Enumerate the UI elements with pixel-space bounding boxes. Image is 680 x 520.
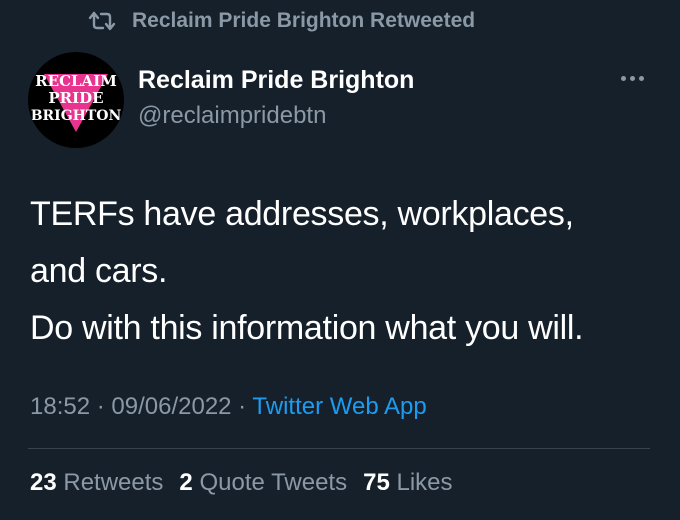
- more-dot: [620, 75, 626, 81]
- retweet-banner[interactable]: Reclaim Pride Brighton Retweeted: [88, 6, 475, 36]
- tweet-card[interactable]: Reclaim Pride Brighton Retweeted RECLAIM…: [0, 0, 680, 520]
- quote-tweets-stat[interactable]: 2 Quote Tweets: [179, 469, 347, 497]
- likes-stat[interactable]: 75 Likes: [363, 469, 452, 497]
- quote-tweets-label: Quote Tweets: [199, 469, 348, 496]
- divider: [28, 448, 650, 449]
- avatar-text-2: PRIDE: [48, 89, 103, 107]
- author-handle[interactable]: @reclaimpridebtn: [138, 102, 326, 130]
- more-options-icon[interactable]: [614, 66, 650, 90]
- avatar-text-3: BRIGHTON: [31, 108, 122, 124]
- tweet-text-line: and cars.: [30, 252, 168, 290]
- retweets-count: 23: [30, 469, 57, 496]
- tweet-date[interactable]: 09/06/2022: [111, 393, 231, 420]
- tweet-text: TERFs have addresses, workplaces, and ca…: [30, 186, 660, 357]
- more-dot: [629, 75, 635, 81]
- retweet-banner-text: Reclaim Pride Brighton Retweeted: [132, 9, 476, 32]
- tweet-text-line: TERFs have addresses, workplaces,: [30, 195, 574, 233]
- retweet-icon: [88, 10, 116, 32]
- avatar-text-1: RECLAIM: [35, 72, 117, 90]
- avatar[interactable]: RECLAIM PRIDE BRIGHTON: [28, 52, 124, 148]
- quote-tweets-count: 2: [179, 469, 193, 496]
- meta-separator: ·: [231, 393, 253, 420]
- likes-label: Likes: [396, 469, 453, 496]
- retweets-label: Retweets: [63, 469, 164, 496]
- engagement-stats: 23 Retweets 2 Quote Tweets 75 Likes: [30, 469, 469, 497]
- tweet-source-link[interactable]: Twitter Web App: [252, 393, 426, 420]
- likes-count: 75: [363, 469, 390, 496]
- retweets-stat[interactable]: 23 Retweets: [30, 469, 163, 497]
- tweet-meta: 18:52 · 09/06/2022 · Twitter Web App: [30, 393, 427, 421]
- more-dot: [638, 75, 644, 81]
- author-display-name[interactable]: Reclaim Pride Brighton: [138, 66, 414, 95]
- meta-separator: ·: [90, 393, 112, 420]
- tweet-text-line: Do with this information what you will.: [30, 309, 584, 347]
- tweet-time[interactable]: 18:52: [30, 393, 90, 420]
